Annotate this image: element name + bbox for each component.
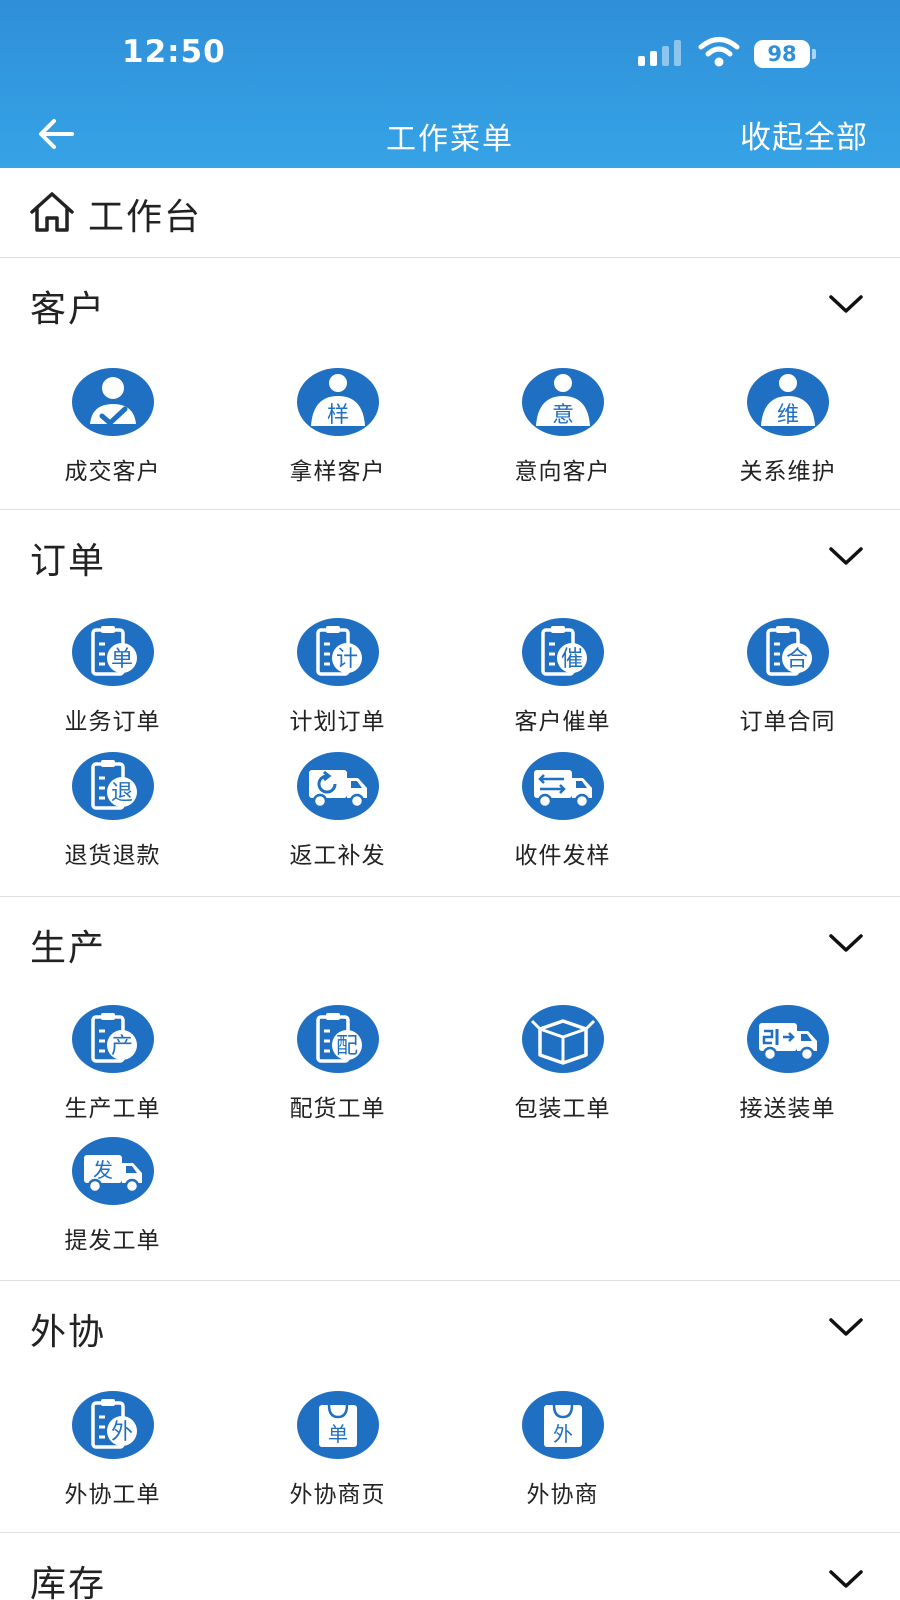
clipboard-icon: 合	[747, 618, 829, 686]
menu-item-relationship[interactable]: 维 关系维护	[675, 366, 900, 496]
workbench-title: 工作台	[88, 197, 203, 238]
user-check-icon	[72, 368, 154, 436]
chevron-down-icon[interactable]	[828, 544, 864, 568]
menu-item-label: 退货退款	[64, 843, 161, 869]
user-maintain-icon: 维	[747, 368, 829, 436]
menu-item-label: 订单合同	[739, 709, 836, 735]
clipboard-icon: 催	[522, 618, 604, 686]
section-production: 生产 产 生产工单 配 配货工单 包装工单 接送装单 发 提发工单	[0, 897, 900, 1281]
svg-text:单: 单	[328, 1422, 348, 1446]
section-title: 生产	[30, 928, 107, 969]
menu-item-label: 意向客户	[514, 459, 611, 485]
shopping-bag-icon: 外	[522, 1391, 604, 1459]
menu-item-intent-customer[interactable]: 意 意向客户	[450, 366, 675, 496]
svg-text:维: 维	[777, 403, 799, 428]
svg-text:合: 合	[786, 647, 808, 672]
truck-exchange-icon	[522, 752, 604, 820]
svg-text:催: 催	[561, 647, 583, 672]
menu-item-production-order[interactable]: 产 生产工单	[0, 1003, 225, 1133]
clipboard-icon: 计	[297, 618, 379, 686]
menu-item-order-contract[interactable]: 合 订单合同	[675, 616, 900, 746]
chevron-down-icon[interactable]	[828, 931, 864, 955]
menu-item-label: 客户催单	[514, 709, 611, 735]
user-sample-icon: 样	[297, 368, 379, 436]
section-title: 库存	[30, 1564, 107, 1600]
collapse-all-button[interactable]: 收起全部	[740, 112, 868, 157]
section-order: 订单 单 业务订单 计 计划订单 催 客户催单 合 订单合同 退 退货退款 返工…	[0, 510, 900, 897]
svg-text:外: 外	[553, 1422, 573, 1446]
menu-item-label: 接送装单	[739, 1096, 836, 1122]
section-customer: 客户 成交客户 样 拿样客户 意 意向客户 维 关系维护	[0, 258, 900, 510]
menu-item-label: 配货工单	[289, 1096, 386, 1122]
clipboard-icon: 单	[72, 618, 154, 686]
menu-item-label: 外协工单	[64, 1482, 161, 1508]
clipboard-icon: 退	[72, 752, 154, 820]
chevron-down-icon[interactable]	[828, 292, 864, 316]
menu-item-receive-sample[interactable]: 收件发样	[450, 750, 675, 880]
svg-text:外: 外	[111, 1420, 133, 1445]
menu-item-packing-order[interactable]: 包装工单	[450, 1003, 675, 1133]
menu-item-label: 外协商	[526, 1482, 599, 1508]
battery-level: 98	[767, 42, 797, 66]
svg-text:计: 计	[336, 647, 358, 672]
menu-item-label: 提发工单	[64, 1228, 161, 1254]
menu-item-sample-customer[interactable]: 样 拿样客户	[225, 366, 450, 496]
clipboard-icon: 外	[72, 1391, 154, 1459]
truck-transfer-icon	[747, 1005, 829, 1073]
svg-text:单: 单	[111, 647, 133, 672]
svg-text:发: 发	[93, 1158, 113, 1182]
section-inventory: 库存	[0, 1533, 900, 1600]
menu-item-label: 关系维护	[739, 459, 836, 485]
menu-item-plan-order[interactable]: 计 计划订单	[225, 616, 450, 746]
menu-item-return-refund[interactable]: 退 退货退款	[0, 750, 225, 880]
wifi-icon	[698, 37, 740, 67]
menu-item-label: 生产工单	[64, 1096, 161, 1122]
header: 12:50 98 工作菜单 收起全部	[0, 0, 900, 168]
battery-indicator: 98	[754, 40, 816, 68]
truck-refresh-icon	[297, 752, 379, 820]
menu-item-label: 拿样客户	[289, 459, 386, 485]
menu-item-label: 业务订单	[64, 709, 161, 735]
box-icon	[522, 1005, 604, 1073]
menu-item-label: 成交客户	[64, 459, 161, 485]
menu-item-label: 计划订单	[289, 709, 386, 735]
section-title: 订单	[30, 541, 107, 582]
menu-item-outsource-vendor-page[interactable]: 单 外协商页	[225, 1389, 450, 1519]
menu-item-outsource-order[interactable]: 外 外协工单	[0, 1389, 225, 1519]
svg-text:样: 样	[327, 403, 349, 428]
menu-item-label: 返工补发	[289, 843, 386, 869]
status-time: 12:50	[122, 34, 226, 70]
menu-item-outsource-vendor[interactable]: 外 外协商	[450, 1389, 675, 1519]
section-title: 客户	[30, 289, 107, 330]
menu-item-customer-urge[interactable]: 催 客户催单	[450, 616, 675, 746]
user-intent-icon: 意	[522, 368, 604, 436]
section-title: 外协	[30, 1312, 107, 1353]
menu-item-label: 外协商页	[289, 1482, 386, 1508]
chevron-down-icon[interactable]	[828, 1567, 864, 1591]
menu-item-label: 收件发样	[514, 843, 611, 869]
svg-text:配: 配	[336, 1034, 358, 1059]
menu-item-business-order[interactable]: 单 业务订单	[0, 616, 225, 746]
menu-item-distribution-order[interactable]: 配 配货工单	[225, 1003, 450, 1133]
chevron-down-icon[interactable]	[828, 1315, 864, 1339]
menu-item-label: 包装工单	[514, 1096, 611, 1122]
menu-item-transfer-order[interactable]: 接送装单	[675, 1003, 900, 1133]
clipboard-icon: 配	[297, 1005, 379, 1073]
svg-text:退: 退	[111, 781, 133, 806]
menu-item-deal-customer[interactable]: 成交客户	[0, 366, 225, 496]
svg-text:产: 产	[111, 1034, 133, 1059]
clipboard-icon: 产	[72, 1005, 154, 1073]
nav-bar: 工作菜单 收起全部	[0, 100, 900, 168]
workbench-row[interactable]: 工作台	[0, 168, 900, 258]
signal-icon	[638, 40, 681, 66]
home-icon	[30, 192, 74, 232]
menu-item-rework-reissue[interactable]: 返工补发	[225, 750, 450, 880]
section-outsourcing: 外协 外 外协工单 单 外协商页 外 外协商	[0, 1281, 900, 1533]
truck-dispatch-icon: 发	[72, 1137, 154, 1205]
svg-text:意: 意	[552, 403, 574, 428]
menu-item-dispatch-order[interactable]: 发 提发工单	[0, 1135, 225, 1265]
shopping-bag-icon: 单	[297, 1391, 379, 1459]
status-bar: 12:50 98	[0, 0, 900, 100]
